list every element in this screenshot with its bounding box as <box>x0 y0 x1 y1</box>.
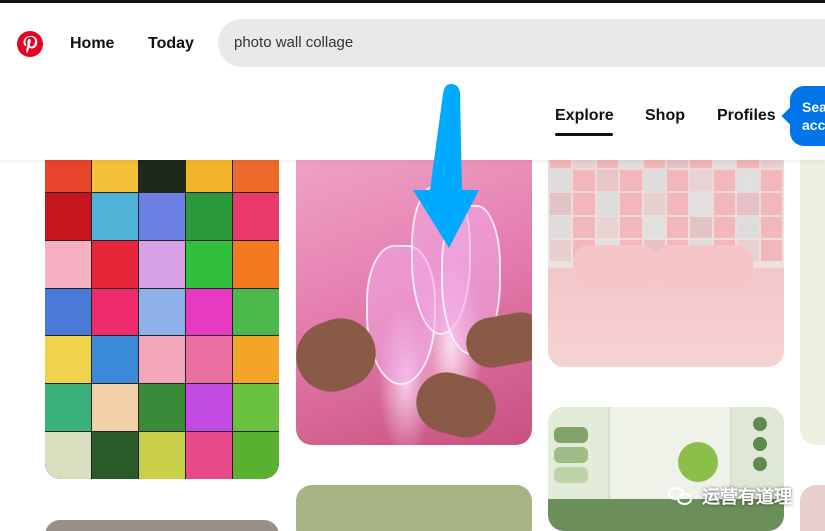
pin-green-collage[interactable] <box>548 407 784 531</box>
collage-tile <box>233 240 279 288</box>
wall-photo <box>690 193 712 215</box>
wall-photo <box>550 170 572 192</box>
collage-tile <box>92 240 138 288</box>
collage-tile <box>92 192 138 240</box>
nav-today[interactable]: Today <box>148 35 194 53</box>
tooltip-bubble[interactable]: Sea acc <box>790 86 825 146</box>
collage-tile <box>233 336 279 384</box>
wall-photo <box>760 216 782 238</box>
header: Home Today photo wall collage <box>0 3 825 83</box>
wall-photo <box>713 170 736 192</box>
collage-tile <box>233 288 279 336</box>
pin-partial-bottom-middle[interactable] <box>296 485 532 531</box>
wall-photo <box>573 170 595 192</box>
wall-photo <box>550 193 572 215</box>
collage-tile <box>92 336 138 384</box>
wall-photo <box>550 239 572 261</box>
collage-tile <box>92 384 138 432</box>
collage-tile <box>186 336 232 384</box>
watermark: 运营有道理 <box>668 481 792 511</box>
collage-tile <box>186 240 232 288</box>
nav-home[interactable]: Home <box>70 35 114 53</box>
search-input[interactable]: photo wall collage <box>218 19 825 67</box>
collage-tile <box>233 192 279 240</box>
collage-tile <box>45 336 91 384</box>
collage-tile <box>186 432 232 479</box>
green-cup <box>678 442 718 482</box>
collage-tile <box>233 432 279 479</box>
collage-tile <box>45 240 91 288</box>
wall-photo <box>737 193 759 215</box>
collage-tile <box>186 288 232 336</box>
wall-photo <box>643 170 665 192</box>
moon-phase-dot <box>753 417 767 431</box>
collage-tile <box>139 240 185 288</box>
moon-phase-dot <box>753 437 767 451</box>
collage-tile <box>186 384 232 432</box>
wall-photo <box>737 170 759 192</box>
wall-photo <box>596 193 619 215</box>
pin-collage[interactable] <box>45 145 279 479</box>
tooltip-line-2: acc <box>802 117 825 133</box>
wall-photo <box>737 216 759 238</box>
green-swatch <box>554 447 588 463</box>
wall-photo <box>573 216 595 238</box>
pillow-shape <box>573 245 658 290</box>
collage-tile <box>233 384 279 432</box>
pin-partial-right-lower[interactable] <box>800 485 825 531</box>
hand-shape <box>409 365 503 445</box>
pin-pink-bedroom[interactable] <box>548 145 784 367</box>
wall-photo <box>760 170 782 192</box>
wall-photo <box>760 193 782 215</box>
wall-photo <box>713 216 736 238</box>
wall-photo <box>573 193 595 215</box>
wall-photo <box>643 216 665 238</box>
tooltip-line-1: Sea <box>802 99 825 115</box>
arrow-down-icon <box>413 84 479 248</box>
tab-profiles[interactable]: Profiles <box>717 107 776 125</box>
wall-photo <box>690 216 712 238</box>
collage-tile <box>92 288 138 336</box>
wall-photo <box>620 216 642 238</box>
collage-tile <box>186 192 232 240</box>
moon-phase-dot <box>753 457 767 471</box>
wechat-icon <box>668 485 694 507</box>
wall-photo <box>713 193 736 215</box>
collage-tile <box>92 432 138 479</box>
green-swatch <box>554 427 588 443</box>
collage-tile <box>45 192 91 240</box>
collage-tile <box>139 336 185 384</box>
tab-shop[interactable]: Shop <box>645 107 685 125</box>
collage-tile <box>45 288 91 336</box>
tab-explore[interactable]: Explore <box>555 107 614 125</box>
collage-tile <box>139 288 185 336</box>
wall-photo <box>550 216 572 238</box>
wall-photo <box>690 170 712 192</box>
active-tab-indicator <box>555 133 613 136</box>
collage-tile <box>139 192 185 240</box>
pin-partial-bottom-left[interactable] <box>45 520 279 531</box>
wall-photo <box>666 170 689 192</box>
collage-tile <box>45 432 91 479</box>
green-swatch <box>554 467 588 483</box>
pin-partial-right[interactable] <box>800 145 825 445</box>
wall-photo <box>596 170 619 192</box>
pinterest-logo-icon[interactable] <box>17 31 43 57</box>
search-query[interactable]: photo wall collage <box>234 34 353 51</box>
collage-grid <box>45 145 279 479</box>
pillow-shape <box>653 245 753 290</box>
wall-photo <box>666 193 689 215</box>
collage-tile <box>45 384 91 432</box>
wall-photo <box>666 216 689 238</box>
watermark-text: 运营有道理 <box>702 487 792 508</box>
wall-photo <box>620 193 642 215</box>
wall-photo <box>643 193 665 215</box>
collage-tile <box>139 432 185 479</box>
collage-tile <box>139 384 185 432</box>
wall-photo <box>596 216 619 238</box>
wall-photo <box>620 170 642 192</box>
wall-photo <box>760 239 782 261</box>
